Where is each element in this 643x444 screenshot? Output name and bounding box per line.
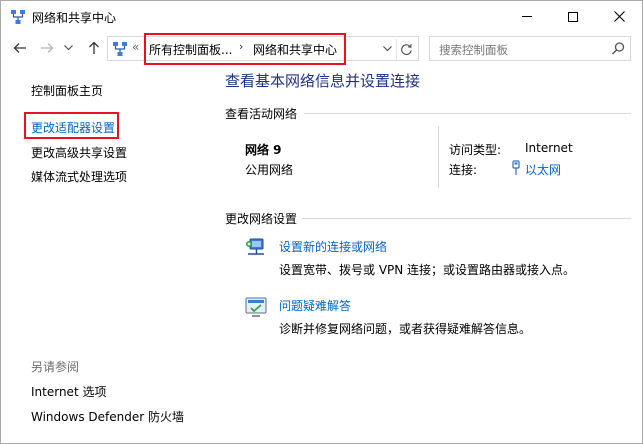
- change-network-settings-heading: 更改网络设置: [225, 212, 298, 226]
- chevron-down-icon: [382, 46, 392, 52]
- active-networks-heading: 查看活动网络: [225, 107, 298, 121]
- chevron-down-icon: [63, 45, 73, 51]
- navigation-bar: « 所有控制面板... › 网络和共享中心 搜索控制面板: [1, 32, 642, 65]
- minimize-button[interactable]: [504, 1, 550, 32]
- breadcrumb-overflow[interactable]: «: [132, 40, 139, 54]
- search-placeholder: 搜索控制面板: [439, 43, 508, 57]
- address-bar[interactable]: « 所有控制面板... › 网络和共享中心: [107, 33, 419, 65]
- arrow-up-icon: [89, 41, 99, 54]
- access-type-label: 访问类型:: [449, 143, 502, 157]
- back-button[interactable]: [10, 38, 30, 58]
- up-button[interactable]: [84, 38, 104, 58]
- forward-button[interactable]: [37, 38, 57, 58]
- arrow-left-icon: [13, 43, 26, 53]
- breadcrumb-highlight-box: [144, 33, 346, 65]
- adapter-link-highlight-box: [24, 112, 119, 139]
- close-button[interactable]: [596, 1, 642, 32]
- connections-label: 连接:: [449, 163, 478, 177]
- ethernet-connection-link[interactable]: 以太网: [525, 161, 561, 178]
- minimize-icon: [522, 16, 532, 17]
- troubleshoot-problems-link[interactable]: 问题疑难解答: [279, 297, 351, 314]
- recent-locations-button[interactable]: [61, 38, 75, 58]
- refresh-icon: [401, 43, 412, 55]
- network-sharing-center-window: 网络和共享中心 « 所有控制面板... › 网络和共享中心 搜索控制面板 控制面…: [0, 0, 643, 444]
- page-title: 查看基本网络信息并设置连接: [225, 72, 421, 90]
- divider: [302, 218, 631, 219]
- see-also-heading: 另请参阅: [31, 360, 80, 374]
- new-connection-icon: [246, 238, 264, 255]
- media-streaming-options-link[interactable]: 媒体流式处理选项: [31, 168, 127, 185]
- maximize-button[interactable]: [550, 1, 596, 32]
- network-icon: [11, 10, 25, 24]
- main-content-pane: 查看基本网络信息并设置连接 查看活动网络 网络 9 公用网络 访问类型: Int…: [214, 64, 642, 444]
- setup-new-connection-link[interactable]: 设置新的连接或网络: [279, 238, 387, 255]
- network-name: 网络 9: [245, 143, 282, 157]
- internet-options-link[interactable]: Internet 选项: [31, 383, 106, 400]
- left-navigation-pane: 控制面板主页 更改适配器设置 更改高级共享设置 媒体流式处理选项 另请参阅 In…: [1, 64, 214, 444]
- window-title: 网络和共享中心: [32, 11, 117, 25]
- close-icon: [613, 11, 625, 22]
- windows-defender-firewall-link[interactable]: Windows Defender 防火墙: [31, 408, 184, 425]
- title-bar: 网络和共享中心: [1, 1, 642, 32]
- search-icon[interactable]: [610, 41, 626, 57]
- maximize-icon: [568, 11, 578, 22]
- arrow-right-icon: [41, 43, 54, 53]
- troubleshoot-problems-description: 诊断并修复网络问题，或者获得疑难解答信息。: [279, 322, 532, 336]
- search-box[interactable]: 搜索控制面板: [429, 36, 631, 61]
- divider: [304, 113, 631, 114]
- network-category: 公用网络: [245, 163, 294, 177]
- address-dropdown-button[interactable]: [380, 41, 394, 57]
- access-type-value: Internet: [525, 141, 573, 155]
- vertical-divider: [438, 126, 439, 188]
- change-advanced-sharing-link[interactable]: 更改高级共享设置: [31, 144, 127, 161]
- troubleshoot-icon: [245, 297, 267, 317]
- control-panel-home-link[interactable]: 控制面板主页: [31, 82, 103, 99]
- refresh-button[interactable]: [396, 39, 416, 59]
- setup-new-connection-description: 设置宽带、拨号或 VPN 连接；或设置路由器或接入点。: [279, 263, 576, 277]
- ethernet-icon: [512, 160, 520, 175]
- control-panel-network-icon: [113, 42, 127, 56]
